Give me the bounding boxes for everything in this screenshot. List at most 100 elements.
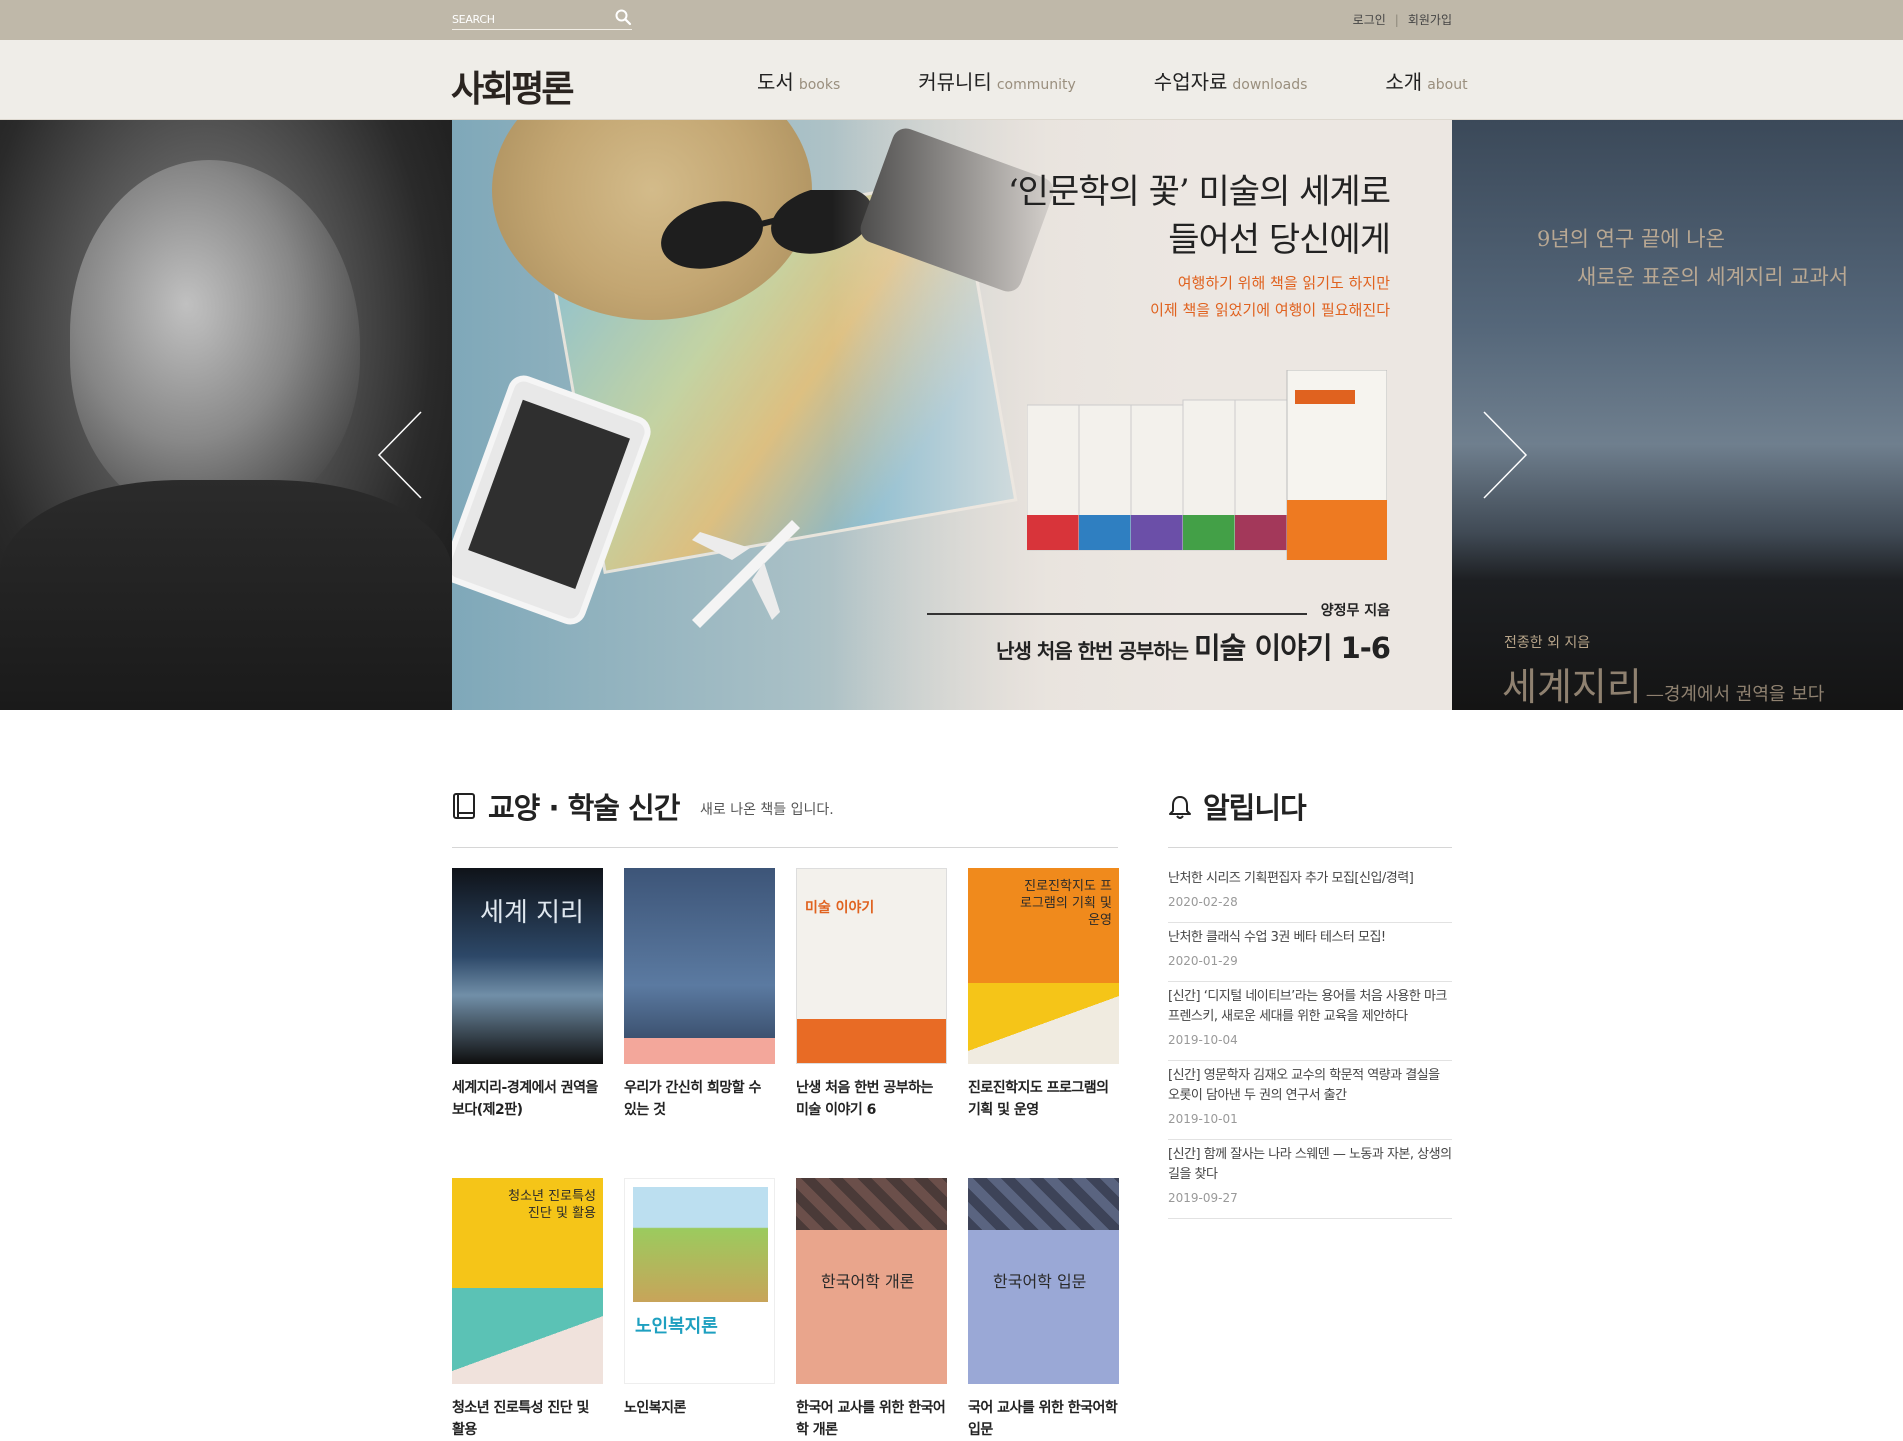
notice-date: 2020-01-29	[1168, 954, 1238, 968]
book-cover-image: 한국어학 개론	[796, 1178, 947, 1384]
book-cover-image: 진로진학지도 프로그램의 기획 및 운영	[968, 868, 1119, 1064]
divider	[927, 613, 1307, 615]
section-title: 교양 · 학술 신간	[488, 791, 680, 825]
book-title: 우리가 간신히 희망할 수 있는 것	[624, 1080, 761, 1118]
hero-right-author: 전종한 외 지음	[1504, 635, 1591, 651]
notice-date: 2019-10-04	[1168, 1033, 1238, 1047]
hero-headline-line: 들어선 당신에게	[1168, 220, 1391, 260]
notice-item[interactable]: 난처한 시리즈 기획편집자 추가 모집[신입/경력] 2020-02-28	[1168, 864, 1452, 923]
notice-text: [신간] 영문학자 김재오 교수의 학문적 역량과 결실을 오롯이 담아낸 두 …	[1168, 1068, 1440, 1103]
hero-right-title-big: 세계지리	[1502, 665, 1642, 709]
bell-icon	[1169, 796, 1191, 819]
hero-book-title-big: 미술 이야기 1-6	[1194, 631, 1391, 665]
cover-illustration	[633, 1187, 768, 1302]
hero-headline: ‘인문학의 꽃’ 미술의 세계로 들어선 당신에게	[1007, 168, 1391, 264]
hero-slide-current[interactable]: ‘인문학의 꽃’ 미술의 세계로 들어선 당신에게 여행하기 위해 책을 읽기도…	[452, 120, 1452, 710]
cover-band	[452, 1288, 603, 1384]
nav-item-downloads[interactable]: 수업자료 downloads	[1154, 66, 1308, 95]
book-title: 청소년 진로특성 진단 및 활용	[452, 1400, 589, 1438]
login-link[interactable]: 로그인	[1353, 13, 1386, 27]
new-books-header: 교양 · 학술 신간 새로 나온 책들 입니다.	[452, 785, 1118, 848]
notice-header: 알립니다	[1168, 785, 1452, 848]
nav-item-about[interactable]: 소개 about	[1385, 66, 1467, 95]
site-logo[interactable]: 사회평론	[451, 60, 574, 112]
airplane-image	[692, 520, 800, 628]
hero-book-title-small: 난생 처음 한번 공부하는	[996, 639, 1189, 663]
book-cover-title: 진로진학지도 프로그램의 기획 및 운영	[1020, 879, 1112, 928]
notice-text: [신간] ‘디지털 네이티브’라는 용어를 처음 사용한 마크 프렌스키, 새로…	[1168, 989, 1447, 1024]
hero-right-copy-line: 새로운 표준의 세계지리 교과서	[1577, 265, 1849, 289]
slider-prev-arrow-icon[interactable]	[377, 410, 425, 500]
book-title: 노인복지론	[624, 1400, 686, 1416]
slider-next-arrow-icon[interactable]	[1480, 410, 1528, 500]
book-title: 진로진학지도 프로그램의 기획 및 운영	[968, 1080, 1109, 1118]
book-card[interactable]: 세계 지리 세계지리-경계에서 권역을 보다(제2판)	[452, 868, 604, 1121]
book-cover-title: 한국어학 입문	[993, 1272, 1087, 1291]
book-cover-title: 청소년 진로특성 진단 및 활용	[508, 1189, 596, 1221]
hero-headline-line: ‘인문학의 꽃’ 미술의 세계로	[1007, 172, 1391, 212]
section-subtitle: 새로 나온 책들 입니다.	[700, 802, 834, 818]
book-cover-image	[624, 868, 775, 1064]
top-utility-bar: 로그인 | 회원가입	[0, 0, 1903, 40]
hero-book-title: 난생 처음 한번 공부하는 미술 이야기 1-6	[996, 625, 1391, 667]
nav-label: 커뮤니티	[918, 70, 992, 94]
hero-subcopy: 여행하기 위해 책을 읽기도 하지만 이제 책을 읽었기에 여행이 필요해진다	[1150, 270, 1390, 324]
book-card[interactable]: 한국어학 개론 한국어 교사를 위한 한국어학 개론	[796, 1178, 948, 1441]
book-title: 세계지리-경계에서 권역을 보다(제2판)	[452, 1080, 598, 1118]
hero-slider: ‘인문학의 꽃’ 미술의 세계로 들어선 당신에게 여행하기 위해 책을 읽기도…	[0, 120, 1903, 710]
book-title: 국어 교사를 위한 한국어학 입문	[968, 1400, 1118, 1438]
main-nav: 도서 books 커뮤니티 community 수업자료 downloads 소개 ab…	[757, 66, 1468, 95]
nav-sub-label: downloads	[1232, 77, 1308, 93]
book-cover-image: 미술 이야기	[796, 868, 947, 1064]
book-icon	[453, 793, 475, 819]
nav-sub-label: community	[996, 77, 1076, 93]
book-card[interactable]: 한국어학 입문 국어 교사를 위한 한국어학 입문	[968, 1178, 1120, 1441]
hero-right-title: 세계지리 —경계에서 권역을 보다	[1502, 656, 1824, 710]
book-card[interactable]: 진로진학지도 프로그램의 기획 및 운영 진로진학지도 프로그램의 기획 및 운…	[968, 868, 1120, 1121]
hero-subcopy-line: 이제 책을 읽었기에 여행이 필요해진다	[1150, 301, 1390, 319]
book-card[interactable]: 노인복지론 노인복지론	[624, 1178, 776, 1419]
notice-text: 난처한 시리즈 기획편집자 추가 모집[신입/경력]	[1168, 871, 1414, 886]
notice-text: 난처한 클래식 수업 3권 베타 테스터 모집!	[1168, 930, 1386, 945]
utility-links: 로그인 | 회원가입	[1353, 11, 1452, 28]
section-title: 알립니다	[1203, 791, 1307, 825]
book-card[interactable]: 미술 이야기 난생 처음 한번 공부하는 미술 이야기 6	[796, 868, 948, 1121]
hero-right-title-sub: —경계에서 권역을 보다	[1645, 684, 1825, 705]
site-header: 사회평론 도서 books 커뮤니티 community 수업자료 downloads…	[0, 40, 1903, 120]
nav-sub-label: books	[798, 77, 841, 93]
cover-pattern	[796, 1178, 947, 1230]
hero-book-author: 양정무 지음	[1320, 603, 1390, 619]
book-cover-title: 미술 이야기	[805, 900, 875, 916]
nav-sub-label: about	[1427, 77, 1468, 93]
notice-item[interactable]: [신간] 영문학자 김재오 교수의 학문적 역량과 결실을 오롯이 담아낸 두 …	[1168, 1061, 1452, 1140]
book-cover-title: 세계 지리	[480, 898, 584, 928]
search-icon[interactable]	[614, 8, 632, 26]
join-link[interactable]: 회원가입	[1408, 13, 1452, 27]
book-card[interactable]: 청소년 진로특성 진단 및 활용 청소년 진로특성 진단 및 활용	[452, 1178, 604, 1441]
cover-band	[968, 983, 1119, 1064]
search-input[interactable]	[452, 10, 612, 28]
book-cover-image: 세계 지리	[452, 868, 603, 1064]
book-card[interactable]: 우리가 간신히 희망할 수 있는 것	[624, 868, 776, 1121]
book-cover-image: 노인복지론	[624, 1178, 775, 1384]
notice-item[interactable]: [신간] 함께 잘사는 나라 스웨덴 — 노동과 자본, 상생의 길을 찾다 2…	[1168, 1140, 1452, 1219]
hero-right-copy: 9년의 연구 끝에 나온 새로운 표준의 세계지리 교과서	[1537, 220, 1848, 296]
nav-label: 소개	[1385, 70, 1423, 94]
cover-pattern	[968, 1178, 1119, 1230]
nav-label: 수업자료	[1153, 70, 1228, 94]
book-set-image	[1027, 370, 1387, 560]
book-title: 한국어 교사를 위한 한국어학 개론	[796, 1400, 946, 1438]
notice-text: [신간] 함께 잘사는 나라 스웨덴 — 노동과 자본, 상생의 길을 찾다	[1168, 1147, 1452, 1182]
portrait-shoulders	[0, 480, 452, 710]
nav-item-books[interactable]: 도서 books	[757, 66, 840, 95]
hero-subcopy-line: 여행하기 위해 책을 읽기도 하지만	[1177, 274, 1390, 292]
notice-date: 2020-02-28	[1168, 895, 1238, 909]
cover-band	[797, 1019, 946, 1063]
nav-label: 도서	[757, 70, 794, 94]
notice-item[interactable]: [신간] ‘디지털 네이티브’라는 용어를 처음 사용한 마크 프렌스키, 새로…	[1168, 982, 1452, 1061]
notice-list: 난처한 시리즈 기획편집자 추가 모집[신입/경력] 2020-02-28 난처…	[1168, 864, 1452, 1219]
nav-item-community[interactable]: 커뮤니티 community	[918, 66, 1076, 95]
cover-band	[624, 1038, 775, 1064]
notice-item[interactable]: 난처한 클래식 수업 3권 베타 테스터 모집! 2020-01-29	[1168, 923, 1452, 982]
portrait-image	[70, 160, 360, 520]
